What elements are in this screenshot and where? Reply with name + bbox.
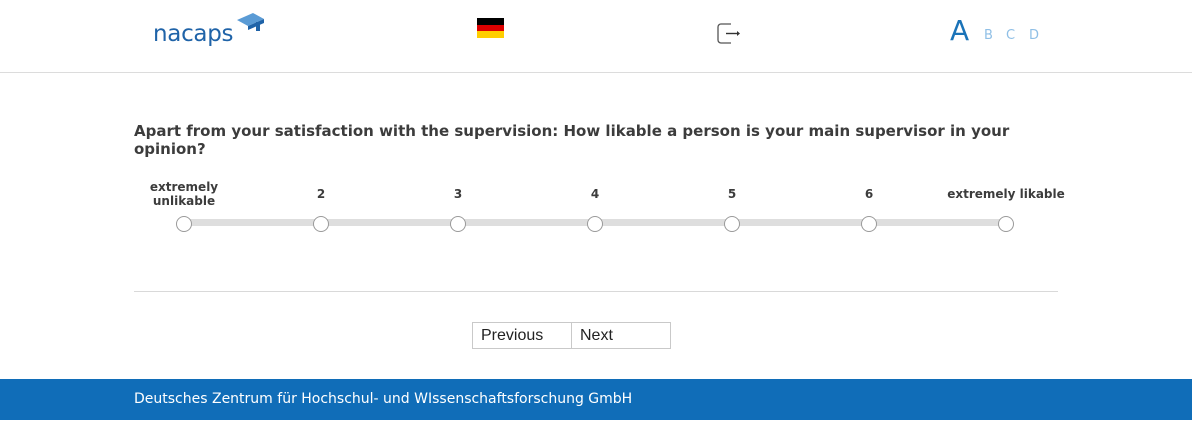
- font-size-b[interactable]: B: [984, 28, 993, 43]
- scale-label-line: extremely: [149, 180, 219, 194]
- scale-radio-3[interactable]: [450, 216, 466, 232]
- divider: [134, 291, 1058, 292]
- scale-label-1: extremely unlikable: [124, 180, 244, 208]
- scale-label-5: 5: [672, 187, 792, 201]
- question-text: Apart from your satisfaction with the su…: [134, 122, 1010, 158]
- scale-radio-2[interactable]: [313, 216, 329, 232]
- scale-label-6: 6: [809, 187, 929, 201]
- scale-label-line: 2: [316, 187, 326, 201]
- header: nacaps A B C D: [0, 0, 1192, 73]
- scale-label-line: 6: [864, 187, 874, 201]
- nacaps-logo[interactable]: nacaps: [153, 12, 273, 52]
- graduation-cap-icon: [237, 13, 264, 31]
- logo-text: nacaps: [153, 21, 234, 47]
- footer-text: Deutsches Zentrum für Hochschul- und WIs…: [134, 391, 633, 407]
- scale-label-3: 3: [398, 187, 518, 201]
- font-size-d[interactable]: D: [1029, 28, 1039, 43]
- scale-radio-5[interactable]: [724, 216, 740, 232]
- scale-radio-4[interactable]: [587, 216, 603, 232]
- scale-radio-7[interactable]: [998, 216, 1014, 232]
- font-size-a[interactable]: A: [950, 14, 969, 47]
- scale-label-line: 3: [453, 187, 463, 201]
- scale-label-line: extremely likable: [947, 187, 1065, 201]
- de-flag-icon[interactable]: [477, 18, 504, 38]
- font-size-c[interactable]: C: [1006, 28, 1015, 43]
- next-button[interactable]: Next: [571, 323, 670, 348]
- scale-radio-6[interactable]: [861, 216, 877, 232]
- scale-radio-1[interactable]: [176, 216, 192, 232]
- scale-label-7: extremely likable: [946, 187, 1066, 201]
- scale-label-line: 4: [590, 187, 600, 201]
- navigation-buttons: Previous Next: [472, 322, 671, 349]
- scale-label-2: 2: [261, 187, 381, 201]
- previous-button[interactable]: Previous: [473, 323, 571, 348]
- footer: Deutsches Zentrum für Hochschul- und WIs…: [0, 379, 1192, 420]
- scale-label-4: 4: [535, 187, 655, 201]
- logout-icon[interactable]: [717, 23, 740, 44]
- scale-label-line: 5: [727, 187, 737, 201]
- rating-scale: extremely unlikable 2 3 4 5 6 extremely likable: [134, 175, 1065, 235]
- scale-label-line: unlikable: [152, 194, 216, 208]
